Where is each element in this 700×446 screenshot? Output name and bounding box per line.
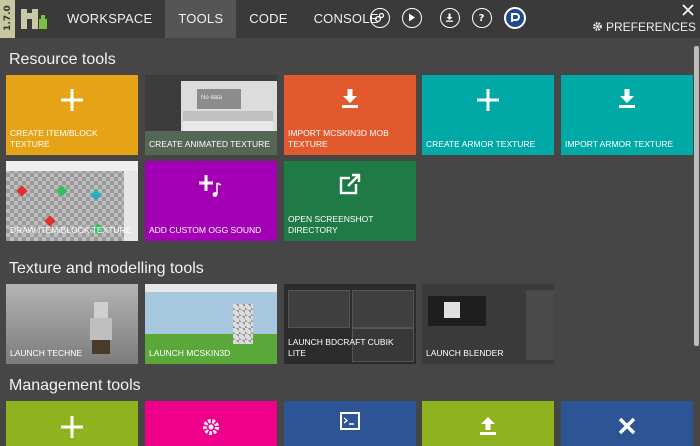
mcreator-button[interactable] [504, 7, 526, 29]
tab-code[interactable]: CODE [236, 0, 300, 38]
terminal-icon [340, 412, 360, 430]
open-external-icon [339, 173, 361, 195]
gear-icon [592, 22, 602, 31]
mcreator-logo [19, 5, 49, 33]
section-title-texture: Texture and modelling tools [9, 260, 204, 277]
version-label: 1.7.0 [3, 5, 13, 31]
tile-label: CREATE ARMOR TEXTURE [426, 139, 536, 149]
preview-image: No data [181, 81, 277, 131]
tile-management-upload[interactable] [422, 401, 554, 446]
tile-management-delete[interactable] [561, 401, 693, 446]
vertical-scrollbar[interactable] [694, 46, 699, 346]
plus-icon [61, 416, 83, 438]
run-button[interactable] [402, 8, 422, 28]
tile-open-screenshot-directory[interactable]: OPEN SCREENSHOT DIRECTORY [284, 161, 416, 241]
tab-workspace[interactable]: WORKSPACE [54, 0, 165, 38]
tile-label: LAUNCH TECHNE [10, 348, 83, 358]
tile-management-terminal[interactable] [284, 401, 416, 446]
export-button[interactable] [440, 8, 460, 28]
no-data-label: No data [201, 95, 223, 101]
upload-icon [480, 417, 496, 435]
close-window-button[interactable] [682, 3, 694, 21]
section-title-management: Management tools [9, 377, 141, 394]
run-icon [409, 13, 415, 22]
help-button[interactable]: ? [472, 8, 492, 28]
preferences-label: PREFERENCES [605, 20, 696, 34]
tab-tools[interactable]: TOOLS [165, 0, 237, 38]
export-icon [446, 13, 453, 22]
tile-launch-blender[interactable]: LAUNCH BLENDER [422, 284, 554, 364]
tile-create-armor-texture[interactable]: CREATE ARMOR TEXTURE [422, 75, 554, 155]
mcreator-icon [511, 13, 520, 22]
tile-import-armor-texture[interactable]: IMPORT ARMOR TEXTURE [561, 75, 693, 155]
plugins-icon [374, 12, 385, 23]
download-icon [342, 89, 358, 108]
tile-label: LAUNCH MCSKIN3D [149, 348, 231, 358]
tile-launch-bdcraft-cubik[interactable]: LAUNCH BDCRAFT CUBIK LITE [284, 284, 416, 364]
tile-add-custom-ogg-sound[interactable]: ADD CUSTOM OGG SOUND [145, 161, 277, 241]
help-icon: ? [479, 13, 485, 23]
top-bar: 1.7.0 WORKSPACE TOOLS CODE CONSOLE ? PRE… [0, 0, 700, 38]
tile-label: CREATE ITEM/BLOCK TEXTURE [10, 128, 98, 149]
close-icon [618, 417, 636, 435]
section-title-resource: Resource tools [9, 51, 116, 68]
preferences-button[interactable]: PREFERENCES [592, 20, 696, 34]
tile-label: LAUNCH BLENDER [426, 348, 504, 358]
close-icon [682, 4, 694, 16]
svg-text:?: ? [479, 13, 485, 23]
tile-management-settings[interactable] [145, 401, 277, 446]
tile-launch-techne[interactable]: LAUNCH TECHNE [6, 284, 138, 364]
tile-label: CREATE ANIMATED TEXTURE [149, 139, 270, 149]
plugins-button[interactable] [370, 8, 390, 28]
tile-label: IMPORT MCSKIN3D MOB TEXTURE [288, 128, 389, 149]
gear-icon [203, 419, 219, 435]
tile-create-animated-texture[interactable]: No data CREATE ANIMATED TEXTURE [145, 75, 277, 155]
main-nav: WORKSPACE TOOLS CODE CONSOLE [54, 0, 392, 38]
tile-draw-item-texture[interactable]: DRAW ITEM/BLOCK TEXTURE [6, 161, 138, 241]
tile-label: DRAW ITEM/BLOCK TEXTURE [10, 225, 132, 235]
tile-create-item-texture[interactable]: CREATE ITEM/BLOCK TEXTURE [6, 75, 138, 155]
plus-icon [61, 89, 83, 111]
tile-management-add[interactable] [6, 401, 138, 446]
tile-label: IMPORT ARMOR TEXTURE [565, 139, 674, 149]
tile-launch-mcskin3d[interactable]: LAUNCH MCSKIN3D [145, 284, 277, 364]
tile-label: OPEN SCREENSHOT DIRECTORY [288, 214, 374, 235]
download-icon [619, 89, 635, 108]
tile-label: ADD CUSTOM OGG SOUND [149, 225, 262, 235]
tile-import-mcskin3d-texture[interactable]: IMPORT MCSKIN3D MOB TEXTURE [284, 75, 416, 155]
plus-icon [477, 89, 499, 111]
tile-label: LAUNCH BDCRAFT CUBIK LITE [288, 337, 394, 358]
music-plus-icon [199, 175, 222, 197]
version-badge: 1.7.0 [0, 0, 15, 38]
